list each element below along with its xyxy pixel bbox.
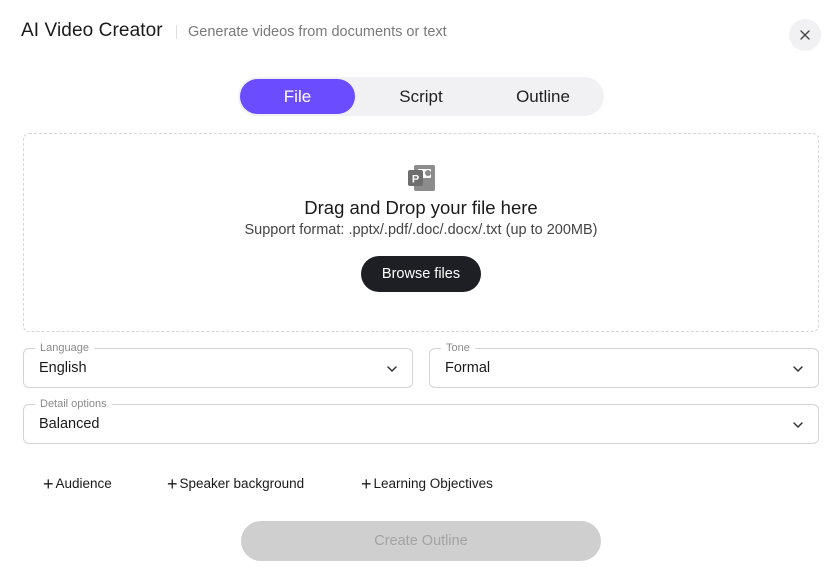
tone-select[interactable]: Tone Formal [429, 341, 819, 388]
header-divider [176, 25, 177, 39]
language-value: English [39, 360, 87, 376]
close-icon [800, 30, 810, 40]
plus-icon: + [167, 473, 178, 494]
file-dropzone[interactable]: P Drag and Drop your file here Support f… [23, 133, 819, 332]
close-button[interactable] [789, 19, 821, 51]
detail-options-value: Balanced [39, 416, 100, 432]
tab-script[interactable]: Script [360, 79, 482, 114]
add-speaker-background-label: Speaker background [179, 476, 305, 491]
svg-text:P: P [412, 174, 419, 186]
browse-files-button[interactable]: Browse files [361, 256, 481, 292]
add-audience-button[interactable]: + Audience [43, 473, 112, 494]
tone-value: Formal [445, 360, 491, 376]
source-tabs: File Script Outline [238, 77, 604, 116]
app-subtitle: Generate videos from documents or text [188, 24, 447, 40]
detail-options-select[interactable]: Detail options Balanced [23, 397, 819, 444]
plus-icon: + [43, 473, 54, 494]
tab-outline[interactable]: Outline [482, 79, 604, 114]
plus-icon: + [361, 473, 372, 494]
dropzone-title: Drag and Drop your file here [304, 197, 538, 218]
app-title: AI Video Creator [21, 20, 163, 41]
powerpoint-file-icon: P [408, 165, 435, 191]
language-select[interactable]: Language English [23, 341, 413, 388]
add-learning-objectives-button[interactable]: + Learning Objectives [361, 473, 493, 494]
dropzone-format-hint: Support format: .pptx/.pdf/.doc/.docx/.t… [244, 222, 598, 238]
create-outline-button[interactable]: Create Outline [241, 521, 601, 561]
chevron-down-icon [793, 422, 803, 428]
tab-file[interactable]: File [240, 79, 355, 114]
detail-options-label: Detail options [35, 397, 112, 411]
add-audience-label: Audience [55, 476, 112, 491]
chevron-down-icon [387, 366, 397, 372]
chevron-down-icon [793, 366, 803, 372]
tone-label: Tone [441, 341, 475, 355]
language-label: Language [35, 341, 94, 355]
add-learning-objectives-label: Learning Objectives [373, 476, 493, 491]
add-speaker-background-button[interactable]: + Speaker background [167, 473, 305, 494]
header: AI Video Creator Generate videos from do… [0, 0, 840, 66]
